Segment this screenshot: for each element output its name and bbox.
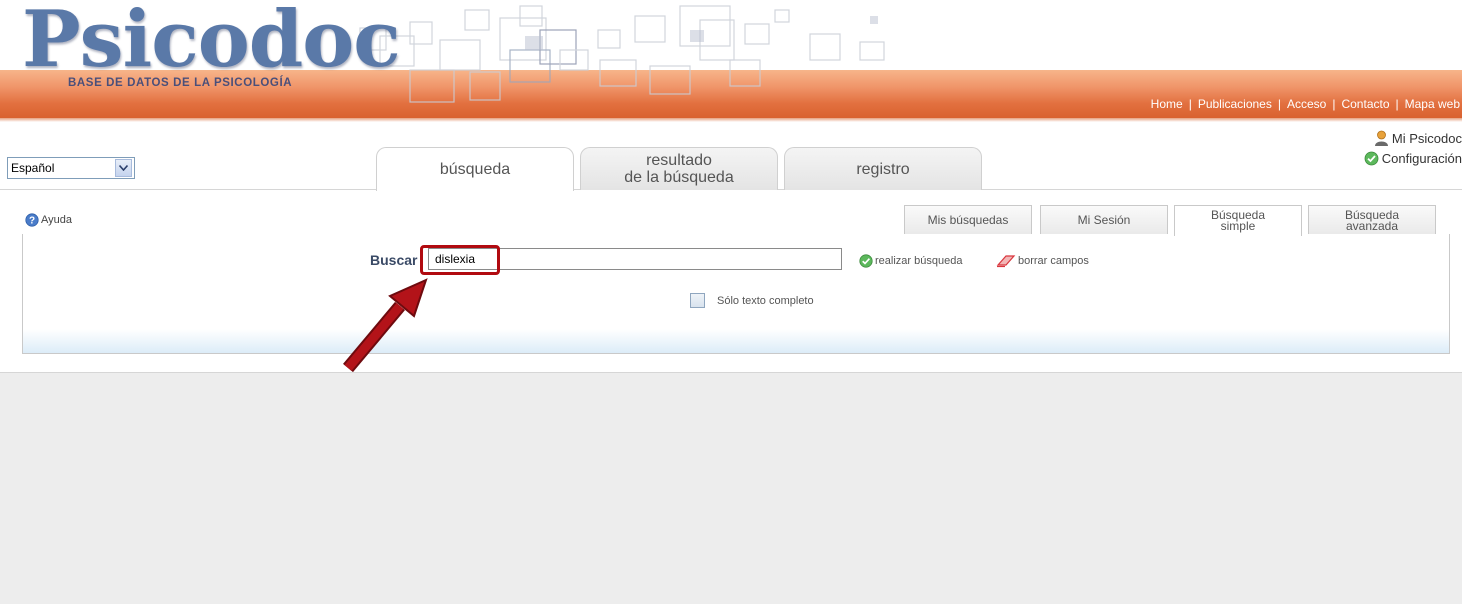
help-label: Ayuda [41,214,72,226]
nav-link-acceso[interactable]: Acceso [1287,97,1326,111]
help-icon: ? [25,213,39,227]
tab-registro[interactable]: registro [784,147,982,190]
site-logo[interactable]: Psicodoc [22,0,401,85]
check-circle-icon [1364,151,1379,165]
user-links: Mi Psicodoc Configuración [1364,128,1462,168]
search-submit-label: realizar búsqueda [875,255,963,267]
annotation-arrow-icon [343,278,428,373]
clear-fields-button[interactable]: borrar campos [996,254,1089,268]
fulltext-only-checkbox[interactable] [690,293,705,308]
nav-link-home[interactable]: Home [1151,97,1183,111]
tab-busqueda[interactable]: búsqueda [376,147,574,191]
svg-text:?: ? [29,216,35,227]
subtab-mi-sesion-label: Mi Sesión [1077,213,1131,227]
search-submit-button[interactable]: realizar búsqueda [859,254,962,268]
check-circle-icon [859,254,873,268]
my-psicodoc-label: Mi Psicodoc [1391,130,1462,146]
subtab-mis-busquedas[interactable]: Mis búsquedas [904,205,1032,235]
top-navigation: Home | Publicaciones | Acceso | Contacto | Mapa … [1150,97,1460,111]
subtab-busqueda-avanzada-label: Búsqueda avanzada [1344,207,1400,233]
configuration-label: Configuración [1381,150,1462,166]
eraser-icon [996,255,1016,268]
results-area [0,372,1462,604]
subtab-busqueda-avanzada[interactable]: Búsqueda avanzada [1308,205,1436,235]
fulltext-only-option: Sólo texto completo [690,293,814,308]
search-label: Buscar [370,252,418,268]
site-header: Psicodoc BASE DE DATOS DE LA PSICOLOGÍA … [0,0,1462,122]
clear-fields-label: borrar campos [1018,255,1089,267]
nav-link-contacto[interactable]: Contacto [1341,97,1389,111]
fulltext-only-label: Sólo texto completo [717,294,814,307]
tab-busqueda-label: búsqueda [439,161,511,178]
configuration-link[interactable]: Configuración [1364,148,1462,168]
search-input[interactable] [428,248,842,270]
help-link[interactable]: ? Ayuda [25,213,72,227]
chevron-down-icon[interactable] [115,159,132,177]
nav-link-publicaciones[interactable]: Publicaciones [1198,97,1272,111]
tab-resultado-label: resultado de la búsqueda [624,152,734,186]
tab-registro-label: registro [856,160,910,178]
decorative-squares-graphic [359,5,885,103]
my-psicodoc-link[interactable]: Mi Psicodoc [1364,128,1462,148]
language-select[interactable]: Español [7,157,135,179]
subtab-busqueda-simple-label: Búsqueda simple [1210,208,1266,233]
subtab-mi-sesion[interactable]: Mi Sesión [1040,205,1168,235]
subtab-mis-busquedas-label: Mis búsquedas [927,213,1009,227]
nav-link-mapa-web[interactable]: Mapa web [1405,97,1460,111]
language-selected-value: Español [11,161,55,175]
user-icon [1374,130,1388,146]
logo-subtitle: BASE DE DATOS DE LA PSICOLOGÍA [68,77,293,89]
tab-resultado[interactable]: resultado de la búsqueda [580,147,778,190]
subtab-busqueda-simple[interactable]: Búsqueda simple [1174,205,1302,236]
